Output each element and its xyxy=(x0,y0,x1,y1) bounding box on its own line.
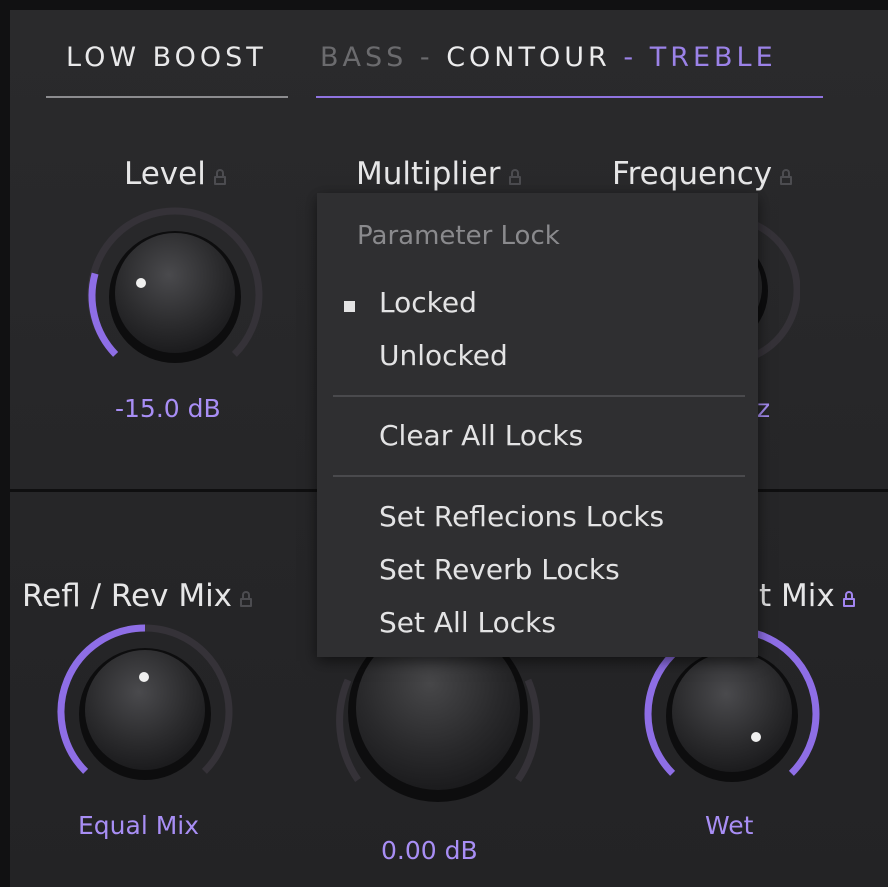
tab-contour[interactable]: CONTOUR xyxy=(446,42,611,73)
multiplier-label: Multiplier xyxy=(356,156,501,192)
tab-treble[interactable]: TREBLE xyxy=(650,42,777,73)
dry-wet-mix-param-label: t Mix xyxy=(759,578,855,614)
refl-rev-mix-lock-icon[interactable] xyxy=(240,591,253,607)
tab-bass[interactable]: BASS xyxy=(320,42,407,73)
frequency-value[interactable]: z xyxy=(757,394,770,423)
menu-item-unlocked[interactable]: Unlocked xyxy=(379,339,508,372)
frequency-lock-icon[interactable] xyxy=(780,169,793,185)
level-value[interactable]: -15.0 dB xyxy=(115,394,221,423)
menu-separator xyxy=(333,395,745,397)
tab-separator: - xyxy=(610,42,650,73)
refl-rev-mix-param-label: Refl / Rev Mix xyxy=(22,578,253,614)
menu-item-set-all-locks[interactable]: Set All Locks xyxy=(379,606,556,639)
level-label: Level xyxy=(124,156,206,192)
dry-wet-mix-knob-indicator xyxy=(751,732,761,742)
menu-item-set-reflections-locks[interactable]: Set Reflecions Locks xyxy=(379,500,664,533)
refl-rev-mix-value[interactable]: Equal Mix xyxy=(78,811,199,840)
tab-bass-contour-treble[interactable]: BASS - CONTOUR - TREBLE xyxy=(320,42,777,73)
center-knob-value[interactable]: 0.00 dB xyxy=(381,836,478,865)
level-param-label: Level xyxy=(124,156,226,192)
level-knob-indicator xyxy=(136,278,146,288)
level-lock-icon[interactable] xyxy=(213,169,226,185)
menu-item-clear-all-locks[interactable]: Clear All Locks xyxy=(379,419,583,452)
selected-bullet-icon xyxy=(344,301,355,312)
tab-low-boost[interactable]: LOW BOOST xyxy=(66,42,267,73)
tab-low-boost-underline xyxy=(46,96,288,98)
menu-item-locked[interactable]: Locked xyxy=(379,286,477,319)
multiplier-lock-icon[interactable] xyxy=(508,169,521,185)
tab-separator: - xyxy=(407,42,447,73)
dry-wet-mix-label: t Mix xyxy=(759,578,835,614)
refl-rev-mix-knob[interactable] xyxy=(55,622,235,802)
menu-header: Parameter Lock xyxy=(357,221,560,251)
menu-item-set-reverb-locks[interactable]: Set Reverb Locks xyxy=(379,553,620,586)
tab-group-underline xyxy=(316,96,823,98)
level-knob[interactable] xyxy=(85,205,265,385)
menu-separator xyxy=(333,475,745,477)
dry-wet-mix-lock-icon[interactable] xyxy=(842,591,855,607)
multiplier-param-label: Multiplier xyxy=(356,156,521,192)
refl-rev-mix-knob-indicator xyxy=(139,672,149,682)
dry-wet-mix-value[interactable]: Wet xyxy=(705,811,753,840)
frequency-label: Frequency xyxy=(612,156,773,192)
parameter-lock-menu: Parameter Lock Locked Unlocked Clear All… xyxy=(317,193,758,657)
frequency-param-label: Frequency xyxy=(612,156,793,192)
refl-rev-mix-label: Refl / Rev Mix xyxy=(22,578,233,614)
plugin-window: LOW BOOST BASS - CONTOUR - TREBLE Level … xyxy=(0,0,888,887)
